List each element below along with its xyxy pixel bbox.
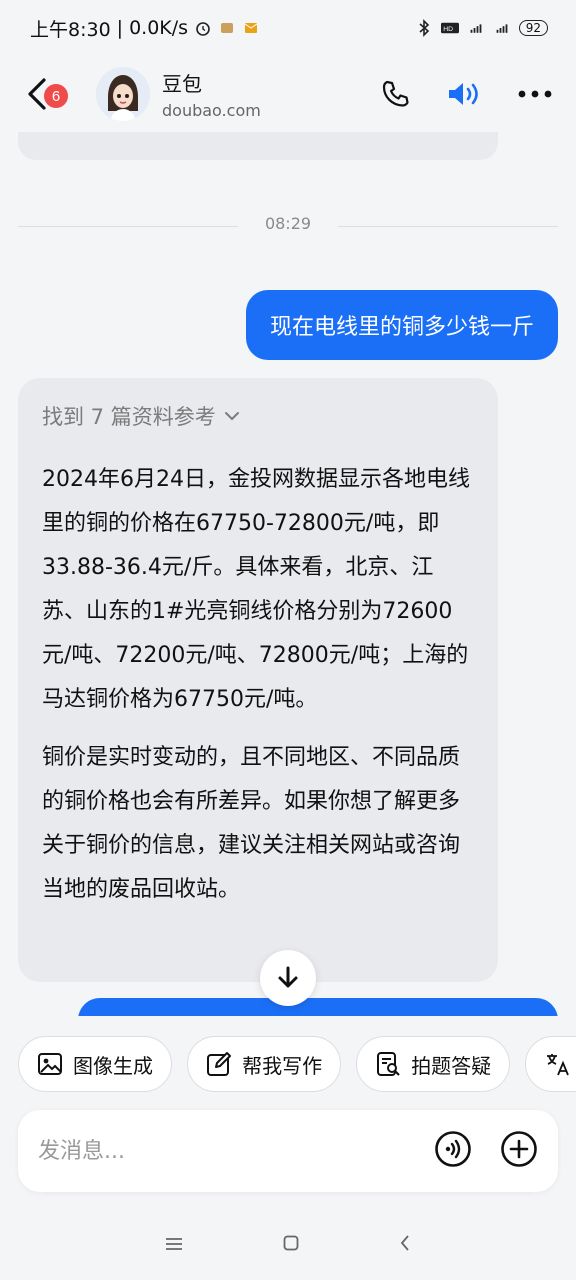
signal-5g-icon [493, 19, 511, 37]
chat-area[interactable]: 题。 08:29 现在电线里的铜多少钱一斤 找到 7 篇资料参考 2024年6月… [0, 132, 576, 1016]
voice-call-button[interactable] [434, 1130, 472, 1172]
chip-writing[interactable]: 帮我写作 [187, 1036, 342, 1092]
mail-notification-icon [242, 19, 260, 37]
answer-paragraph-1: 2024年6月24日，金投网数据显示各地电线里的铜的价格在67750-72800… [42, 467, 470, 712]
voice-wave-icon [435, 1131, 471, 1167]
app-root: 上午8:30 | 0.0K/s HD 92 6 豆包 doubao.com 08… [0, 0, 576, 1280]
back-button[interactable]: 6 [24, 66, 80, 122]
edit-icon [206, 1051, 232, 1077]
composer-actions [434, 1130, 538, 1172]
arrow-down-icon [278, 966, 298, 988]
speaker-button[interactable] [446, 79, 482, 109]
status-speed: 0.0K/s [129, 17, 189, 39]
status-right: HD 92 [415, 19, 548, 37]
contact-info[interactable]: 豆包 doubao.com [162, 68, 261, 120]
chip-label: 图像生成 [73, 1053, 153, 1078]
menu-icon [166, 1237, 182, 1250]
status-divider: | [116, 17, 124, 39]
message-timestamp: 08:29 [0, 214, 576, 233]
references-toggle[interactable]: 找到 7 篇资料参考 [42, 400, 474, 432]
nav-back-icon [400, 1235, 409, 1251]
avatar[interactable] [96, 67, 150, 121]
speaker-icon [449, 83, 478, 105]
next-user-message-bubble [78, 998, 558, 1016]
previous-message-fragment: 题。 [42, 132, 86, 134]
more-button[interactable] [518, 89, 552, 99]
quick-action-chips: 图像生成 帮我写作 拍题答疑 翻 [18, 1036, 576, 1092]
message-input[interactable] [38, 1138, 434, 1164]
alarm-icon [194, 19, 212, 37]
status-time: 上午8:30 [30, 18, 111, 41]
image-icon [37, 1051, 63, 1077]
contact-name: 豆包 [162, 72, 202, 96]
header-actions [380, 79, 552, 109]
signal-4g-icon [467, 19, 485, 37]
add-attachment-button[interactable] [500, 1130, 538, 1172]
chip-label: 帮我写作 [242, 1053, 323, 1078]
battery-indicator: 92 [518, 20, 548, 36]
references-label: 找到 7 篇资料参考 [42, 405, 216, 429]
call-button[interactable] [380, 79, 410, 109]
chip-translate[interactable]: 翻 [525, 1036, 576, 1092]
nav-menu-button[interactable] [165, 1236, 183, 1255]
user-message-bubble[interactable]: 现在电线里的铜多少钱一斤 [245, 290, 558, 360]
status-left: 上午8:30 | 0.0K/s [30, 15, 260, 42]
chat-header: 6 豆包 doubao.com [0, 56, 576, 132]
scroll-to-bottom-button[interactable] [260, 950, 316, 1006]
chevron-down-icon [224, 412, 239, 421]
translate-icon [544, 1051, 570, 1077]
assistant-message-bubble[interactable]: 找到 7 篇资料参考 2024年6月24日，金投网数据显示各地电线里的铜的价格在… [18, 378, 498, 982]
phone-icon [382, 80, 409, 107]
nav-back-button[interactable] [399, 1234, 411, 1256]
system-nav-bar [0, 1222, 576, 1268]
unread-badge: 6 [44, 84, 68, 108]
previous-message-bubble: 题。 [18, 132, 498, 160]
svg-text:HD: HD [443, 26, 453, 33]
status-bar: 上午8:30 | 0.0K/s HD 92 [0, 0, 576, 56]
scan-question-icon [375, 1051, 401, 1077]
contact-subtitle: doubao.com [162, 101, 261, 120]
hd-icon: HD [440, 19, 459, 37]
message-composer [18, 1110, 558, 1192]
nav-home-button[interactable] [283, 1235, 299, 1255]
app-notification-icon [218, 19, 236, 37]
more-icon [518, 90, 552, 98]
chip-label: 拍题答疑 [411, 1053, 492, 1078]
chip-photo-question[interactable]: 拍题答疑 [356, 1036, 511, 1092]
chip-image-generation[interactable]: 图像生成 [18, 1036, 172, 1092]
bluetooth-icon [415, 19, 433, 37]
plus-circle-icon [501, 1131, 537, 1167]
assistant-avatar-icon [96, 67, 150, 121]
answer-paragraph-2: 铜价是实时变动的，且不同地区、不同品质的铜价格也会有所差异。如果你想了解更多关于… [42, 745, 461, 902]
home-square-icon [283, 1235, 299, 1251]
